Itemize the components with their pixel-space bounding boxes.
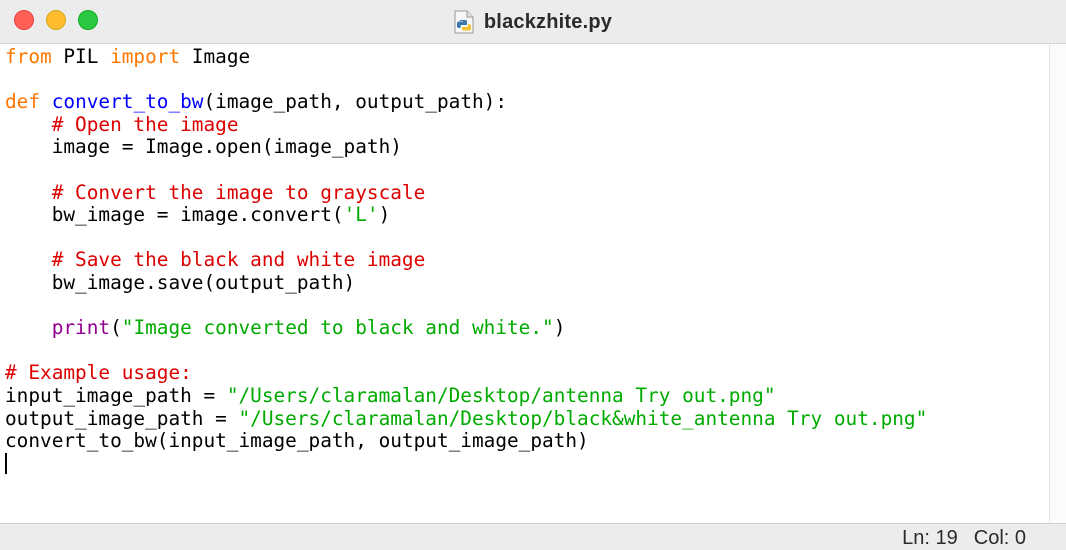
code-token: # Open the image: [51, 112, 239, 136]
code-line[interactable]: from PIL import Image: [5, 45, 927, 69]
code-line[interactable]: [5, 159, 927, 182]
code-token: import: [110, 45, 181, 68]
code-token: (: [110, 316, 122, 340]
code-line[interactable]: [5, 340, 927, 363]
code-line[interactable]: [5, 69, 927, 92]
code-line[interactable]: # Open the image: [5, 112, 927, 137]
code-token: 'L': [343, 203, 379, 227]
text-cursor: [5, 452, 7, 474]
code-token: print: [51, 316, 111, 340]
line-number-status: Ln: 19: [902, 527, 958, 549]
code-token: (image_path, output_path):: [203, 90, 508, 114]
code-token: Image: [180, 45, 251, 68]
status-bar: Ln: 19 Col: 0: [0, 523, 1066, 550]
code-token: convert_to_bw: [51, 90, 204, 114]
code-token: bw_image.save(output_path): [5, 270, 356, 294]
title-bar: blackzhite.py: [0, 0, 1066, 44]
code-text-area[interactable]: from PIL import Image def convert_to_bw(i…: [5, 45, 928, 476]
python-file-icon: [454, 10, 474, 34]
code-token: ): [378, 203, 391, 227]
code-line[interactable]: # Save the black and white image: [5, 249, 927, 272]
code-token: # Convert the image to grayscale: [51, 180, 426, 204]
code-token: "/Users/claramalan/Desktop/antenna Try o…: [226, 383, 776, 407]
code-token: def: [5, 90, 41, 114]
vertical-scrollbar[interactable]: [1049, 44, 1066, 523]
code-line[interactable]: bw_image = image.convert('L'): [5, 203, 927, 227]
cursor-position: Ln: 19 Col: 0: [902, 527, 1026, 550]
code-token: output_image_path =: [5, 406, 239, 430]
code-line[interactable]: convert_to_bw(input_image_path, output_i…: [5, 429, 927, 453]
code-token: "/Users/claramalan/Desktop/black&white_a…: [238, 406, 928, 430]
code-line[interactable]: input_image_path = "/Users/claramalan/De…: [5, 383, 927, 408]
code-token: PIL: [51, 45, 111, 68]
code-line[interactable]: image = Image.open(image_path): [5, 136, 927, 159]
code-line[interactable]: bw_image.save(output_path): [5, 270, 927, 295]
window-title: blackzhite.py: [483, 10, 613, 33]
code-token: image = Image.open(image_path): [5, 135, 402, 159]
code-token: from: [5, 45, 52, 68]
code-line[interactable]: def convert_to_bw(image_path, output_pat…: [5, 90, 927, 114]
code-line[interactable]: output_image_path = "/Users/claramalan/D…: [5, 406, 928, 431]
code-line[interactable]: # Example usage:: [5, 362, 927, 385]
code-token: bw_image = image.convert(: [5, 203, 344, 227]
code-line[interactable]: [5, 452, 927, 476]
code-line[interactable]: print("Image converted to black and whit…: [5, 316, 927, 340]
code-token: ): [553, 316, 566, 340]
code-token: convert_to_bw(input_image_path, output_i…: [5, 429, 589, 453]
code-token: # Example usage:: [5, 361, 192, 385]
code-editor[interactable]: from PIL import Image def convert_to_bw(i…: [0, 44, 1049, 523]
code-line[interactable]: [5, 295, 927, 318]
column-number-status: Col: 0: [973, 527, 1026, 549]
code-token: "Image converted to black and white.": [121, 316, 554, 340]
code-token: # Save the black and white image: [51, 248, 426, 272]
code-line[interactable]: [5, 227, 927, 250]
window-title-group: blackzhite.py: [0, 0, 1066, 44]
code-line[interactable]: # Convert the image to grayscale: [5, 180, 927, 205]
code-token: input_image_path =: [5, 383, 227, 407]
